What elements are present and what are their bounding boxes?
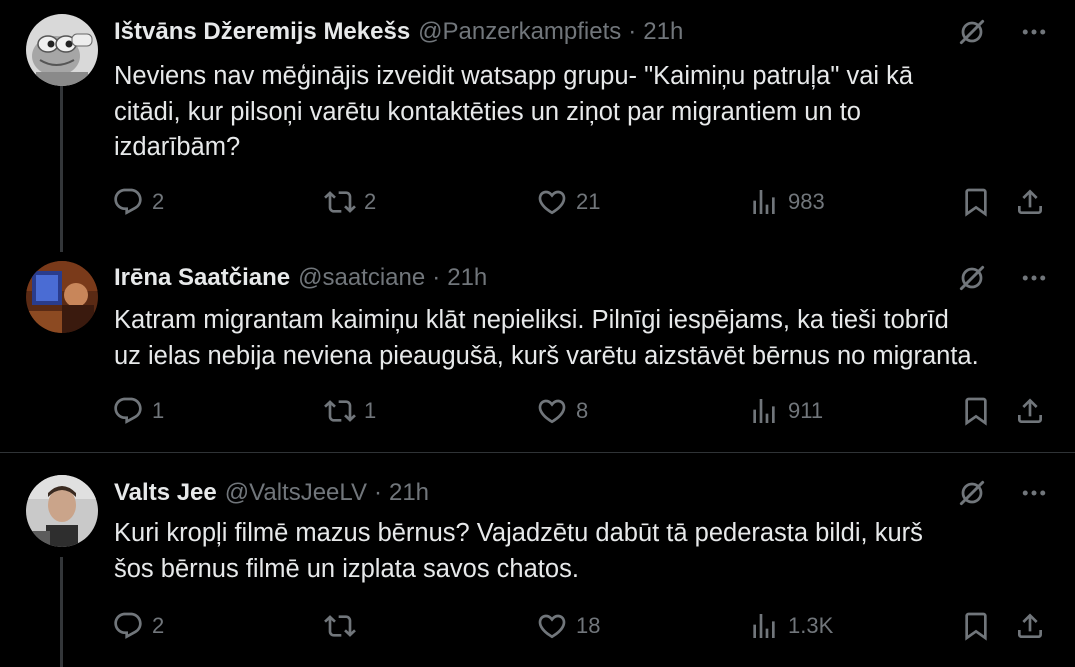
bookmark-icon xyxy=(965,612,987,641)
separator-dot: · xyxy=(373,479,382,506)
bookmark-button[interactable] xyxy=(960,394,992,428)
view-count: 983 xyxy=(788,189,825,214)
reply-icon xyxy=(114,397,142,424)
action-bar: 2 18 1.3K xyxy=(112,609,1052,643)
thread-line xyxy=(60,557,63,667)
avatar[interactable] xyxy=(26,261,98,333)
repost-button[interactable] xyxy=(324,609,364,643)
repost-icon xyxy=(324,615,356,637)
timestamp[interactable]: 21h xyxy=(389,479,429,507)
reply-count: 2 xyxy=(152,189,165,214)
like-button[interactable]: 21 xyxy=(536,185,600,219)
more-options-icon[interactable] xyxy=(1019,263,1049,293)
tweet-header: Valts Jee @ValtsJeeLV · 21h xyxy=(114,478,429,508)
views-button[interactable]: 911 xyxy=(748,394,823,428)
repost-count: 2 xyxy=(364,189,377,214)
tweet-text: Katram migrantam kaimiņu klāt nepieliksi… xyxy=(114,306,979,370)
share-icon xyxy=(1018,398,1042,423)
bookmark-icon xyxy=(965,188,987,217)
display-name[interactable]: Ištvāns Džeremijs Mekešs xyxy=(114,18,410,46)
reply-button[interactable]: 2 xyxy=(112,185,164,219)
tweet-text: Neviens nav mēģinājis izveidit watsapp g… xyxy=(114,62,914,161)
avatar[interactable] xyxy=(26,475,98,547)
pepe-frog-avatar-icon xyxy=(26,14,98,86)
display-name[interactable]: Irēna Saatčiane xyxy=(114,264,290,292)
grok-icon[interactable] xyxy=(957,263,987,293)
grok-icon[interactable] xyxy=(957,478,987,508)
views-icon xyxy=(753,190,775,214)
tweet-3[interactable]: Valts Jee @ValtsJeeLV · 21h Kuri kropļi … xyxy=(0,453,1075,667)
views-icon xyxy=(753,399,775,423)
separator-dot: · xyxy=(432,264,441,291)
share-icon xyxy=(1018,613,1042,638)
timestamp[interactable]: 21h xyxy=(643,18,683,46)
reply-count: 1 xyxy=(152,398,165,423)
bookmark-icon xyxy=(965,397,987,426)
repost-button[interactable]: 2 xyxy=(324,185,376,219)
like-count: 18 xyxy=(576,613,601,638)
like-button[interactable]: 18 xyxy=(536,609,600,643)
share-button[interactable] xyxy=(1014,394,1046,428)
reply-icon xyxy=(114,612,142,639)
view-count: 1.3K xyxy=(788,613,834,638)
user-handle[interactable]: @saatciane xyxy=(298,264,425,292)
heart-icon xyxy=(538,190,566,215)
grok-icon[interactable] xyxy=(957,17,987,47)
more-options-icon[interactable] xyxy=(1019,478,1049,508)
thread-line xyxy=(60,86,63,252)
reply-count: 2 xyxy=(152,613,165,638)
photo-avatar-icon xyxy=(26,261,98,333)
bookmark-button[interactable] xyxy=(960,609,992,643)
reply-icon xyxy=(114,188,142,215)
tweet-header: Irēna Saatčiane @saatciane · 21h xyxy=(114,263,487,293)
tweet-1[interactable]: Ištvāns Džeremijs Mekešs @Panzerkampfiet… xyxy=(0,0,1075,252)
views-icon xyxy=(753,614,775,638)
share-icon xyxy=(1018,189,1042,214)
more-options-icon[interactable] xyxy=(1019,17,1049,47)
like-count: 21 xyxy=(576,189,601,214)
tweet-header: Ištvāns Džeremijs Mekešs @Panzerkampfiet… xyxy=(114,17,683,47)
heart-icon xyxy=(538,399,566,424)
heart-icon xyxy=(538,614,566,639)
avatar[interactable] xyxy=(26,14,98,86)
repost-icon xyxy=(324,400,356,422)
views-button[interactable]: 1.3K xyxy=(748,609,833,643)
share-button[interactable] xyxy=(1014,185,1046,219)
user-handle[interactable]: @Panzerkampfiets xyxy=(418,18,621,46)
like-button[interactable]: 8 xyxy=(536,394,588,428)
timestamp[interactable]: 21h xyxy=(447,264,487,292)
views-button[interactable]: 983 xyxy=(748,185,825,219)
tweet-header-icons xyxy=(957,478,1049,508)
like-count: 8 xyxy=(576,398,589,423)
repost-count: 1 xyxy=(364,398,377,423)
share-button[interactable] xyxy=(1014,609,1046,643)
user-handle[interactable]: @ValtsJeeLV xyxy=(225,479,367,507)
repost-icon xyxy=(324,191,356,213)
bookmark-button[interactable] xyxy=(960,185,992,219)
reply-button[interactable]: 1 xyxy=(112,394,164,428)
repost-button[interactable]: 1 xyxy=(324,394,376,428)
view-count: 911 xyxy=(788,398,824,423)
tweet-text: Kuri kropļi filmē mazus bērnus? Vajadzēt… xyxy=(114,519,923,583)
tweet-header-icons xyxy=(957,263,1049,293)
display-name[interactable]: Valts Jee xyxy=(114,479,217,507)
reply-button[interactable]: 2 xyxy=(112,609,164,643)
tweet-2[interactable]: Irēna Saatčiane @saatciane · 21h Katram … xyxy=(0,252,1075,452)
photo-avatar-icon xyxy=(26,475,98,547)
tweet-header-icons xyxy=(957,17,1049,47)
separator-dot: · xyxy=(628,18,637,45)
action-bar: 1 1 8 911 xyxy=(112,394,1052,428)
action-bar: 2 2 21 983 xyxy=(112,185,1052,219)
